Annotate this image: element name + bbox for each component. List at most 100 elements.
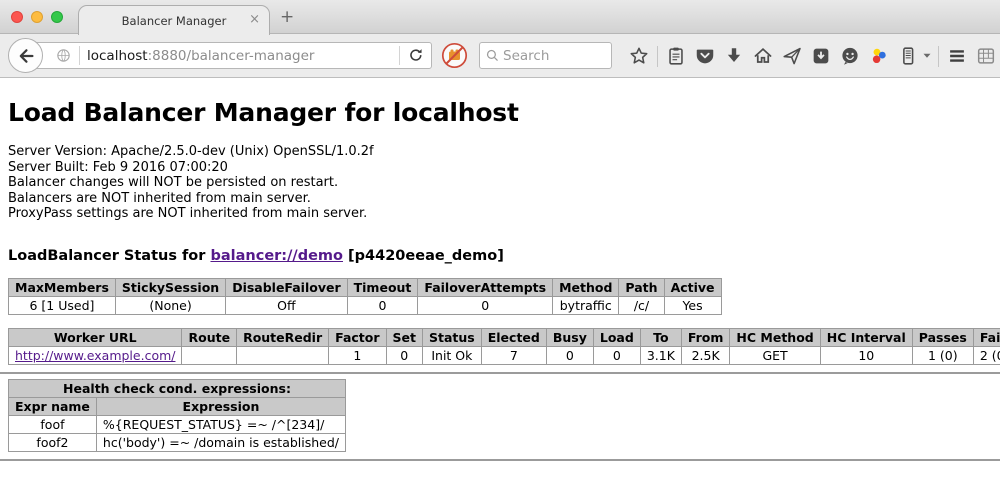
- tab-close-icon[interactable]: ×: [249, 13, 260, 26]
- column-header: Route: [182, 328, 237, 346]
- table-cell: Init Ok: [423, 346, 482, 364]
- back-arrow-icon: [15, 45, 37, 67]
- server-version-line: Server Version: Apache/2.5.0-dev (Unix) …: [8, 144, 992, 160]
- page-title: Load Balancer Manager for localhost: [8, 98, 992, 127]
- balancer-link[interactable]: balancer://demo: [210, 248, 343, 264]
- url-bar[interactable]: localhost:8880/balancer-manager: [26, 42, 432, 69]
- url-host: localhost: [87, 48, 148, 64]
- column-header: Busy: [546, 328, 593, 346]
- section-divider: [0, 459, 1000, 461]
- table-row: foof2hc('body') =~ /domain is establishe…: [9, 433, 346, 451]
- column-header: FailoverAttempts: [418, 278, 553, 296]
- server-info: Server Version: Apache/2.5.0-dev (Unix) …: [8, 144, 992, 222]
- window-close-button[interactable]: [11, 11, 23, 23]
- column-header: Timeout: [347, 278, 418, 296]
- table-cell: Yes: [664, 296, 721, 314]
- balancer-settings-table: MaxMembersStickySessionDisableFailoverTi…: [8, 278, 722, 315]
- header-row: Expr nameExpression: [9, 397, 346, 415]
- send-icon[interactable]: [781, 45, 803, 67]
- column-header: Fails: [973, 328, 1000, 346]
- table-cell: Off: [226, 296, 347, 314]
- download-box-icon[interactable]: [810, 45, 832, 67]
- tab-title: Balancer Manager: [122, 14, 227, 28]
- table-cell: [237, 346, 329, 364]
- column-header: Expr name: [9, 397, 97, 415]
- table-cell: GET: [730, 346, 820, 364]
- downloads-arrow-icon[interactable]: [723, 45, 745, 67]
- pocket-icon[interactable]: [694, 45, 716, 67]
- table-row: 6 [1 Used](None)Off00bytraffic/c/Yes: [9, 296, 722, 314]
- server-built-line: Server Built: Feb 9 2016 07:00:20: [8, 160, 992, 176]
- column-header: RouteRedir: [237, 328, 329, 346]
- worker-status-table: Worker URLRouteRouteRedirFactorSetStatus…: [8, 328, 1000, 365]
- table-row: http://www.example.com/10Init Ok7003.1K2…: [9, 346, 1000, 364]
- url-text: localhost:8880/balancer-manager: [87, 48, 314, 64]
- column-header: Set: [386, 328, 422, 346]
- device-icon[interactable]: [897, 45, 919, 67]
- column-header: Elected: [481, 328, 546, 346]
- header-row: MaxMembersStickySessionDisableFailoverTi…: [9, 278, 722, 296]
- url-path: :8880/balancer-manager: [148, 48, 315, 64]
- table-cell: %{REQUEST_STATUS} =~ /^[234]/: [96, 415, 345, 433]
- table-cell: foof: [9, 415, 97, 433]
- column-header: From: [681, 328, 730, 346]
- table-cell: 3.1K: [640, 346, 681, 364]
- column-header: Worker URL: [9, 328, 182, 346]
- notice-line: Balancers are NOT inherited from main se…: [8, 191, 992, 207]
- column-header: Active: [664, 278, 721, 296]
- column-header: Path: [619, 278, 664, 296]
- table-cell: hc('body') =~ /domain is established/: [96, 433, 345, 451]
- column-header: To: [640, 328, 681, 346]
- column-header: Status: [423, 328, 482, 346]
- colored-dots-icon[interactable]: [868, 45, 890, 67]
- health-check-table: Health check cond. expressions:Expr name…: [8, 379, 346, 452]
- plugin-block-icon[interactable]: [441, 42, 468, 69]
- window-minimize-button[interactable]: [31, 11, 43, 23]
- search-input[interactable]: [501, 47, 607, 65]
- windows-grid-icon[interactable]: [975, 45, 997, 67]
- table-row: foof%{REQUEST_STATUS} =~ /^[234]/: [9, 415, 346, 433]
- window-zoom-button[interactable]: [51, 11, 63, 23]
- table-title: Health check cond. expressions:: [9, 379, 346, 397]
- column-header: Passes: [912, 328, 973, 346]
- page-content: Load Balancer Manager for localhost Serv…: [0, 98, 1000, 461]
- table-cell: /c/: [619, 296, 664, 314]
- column-header: Expression: [96, 397, 345, 415]
- toolbar-buttons: [628, 34, 997, 78]
- table-cell: 2.5K: [681, 346, 730, 364]
- table-cell: 2 (0): [973, 346, 1000, 364]
- table-cell: 0: [546, 346, 593, 364]
- navigation-toolbar: localhost:8880/balancer-manager: [0, 34, 1000, 78]
- table-cell: 0: [593, 346, 640, 364]
- back-button[interactable]: [8, 38, 43, 73]
- table-cell: 0: [386, 346, 422, 364]
- notice-line: Balancer changes will NOT be persisted o…: [8, 175, 992, 191]
- column-header: HC Interval: [820, 328, 912, 346]
- balancer-status-heading: LoadBalancer Status for balancer://demo …: [8, 248, 992, 264]
- browser-tab[interactable]: Balancer Manager ×: [78, 5, 270, 35]
- table-cell: 1 (0): [912, 346, 973, 364]
- clipboard-icon[interactable]: [665, 45, 687, 67]
- home-icon[interactable]: [752, 45, 774, 67]
- search-bar[interactable]: [479, 42, 612, 69]
- chat-smiley-icon[interactable]: [839, 45, 861, 67]
- notice-line: ProxyPass settings are NOT inherited fro…: [8, 206, 992, 222]
- column-header: Load: [593, 328, 640, 346]
- heading-suffix: [p4420eeae_demo]: [343, 248, 504, 264]
- table-cell: 6 [1 Used]: [9, 296, 116, 314]
- table-cell: 0: [418, 296, 553, 314]
- reload-icon[interactable]: [407, 47, 425, 65]
- menu-icon[interactable]: [946, 45, 968, 67]
- new-tab-button[interactable]: +: [280, 7, 294, 27]
- column-header: StickySession: [115, 278, 225, 296]
- section-divider: [0, 372, 1000, 374]
- header-row: Worker URLRouteRouteRedirFactorSetStatus…: [9, 328, 1000, 346]
- column-header: Method: [553, 278, 619, 296]
- bookmark-star-icon[interactable]: [628, 45, 650, 67]
- worker-url-link[interactable]: http://www.example.com/: [15, 348, 175, 363]
- urlbar-separator: [399, 46, 400, 65]
- column-header: Factor: [329, 328, 386, 346]
- table-cell: foof2: [9, 433, 97, 451]
- table-cell: [182, 346, 237, 364]
- chevron-down-icon[interactable]: [923, 53, 931, 59]
